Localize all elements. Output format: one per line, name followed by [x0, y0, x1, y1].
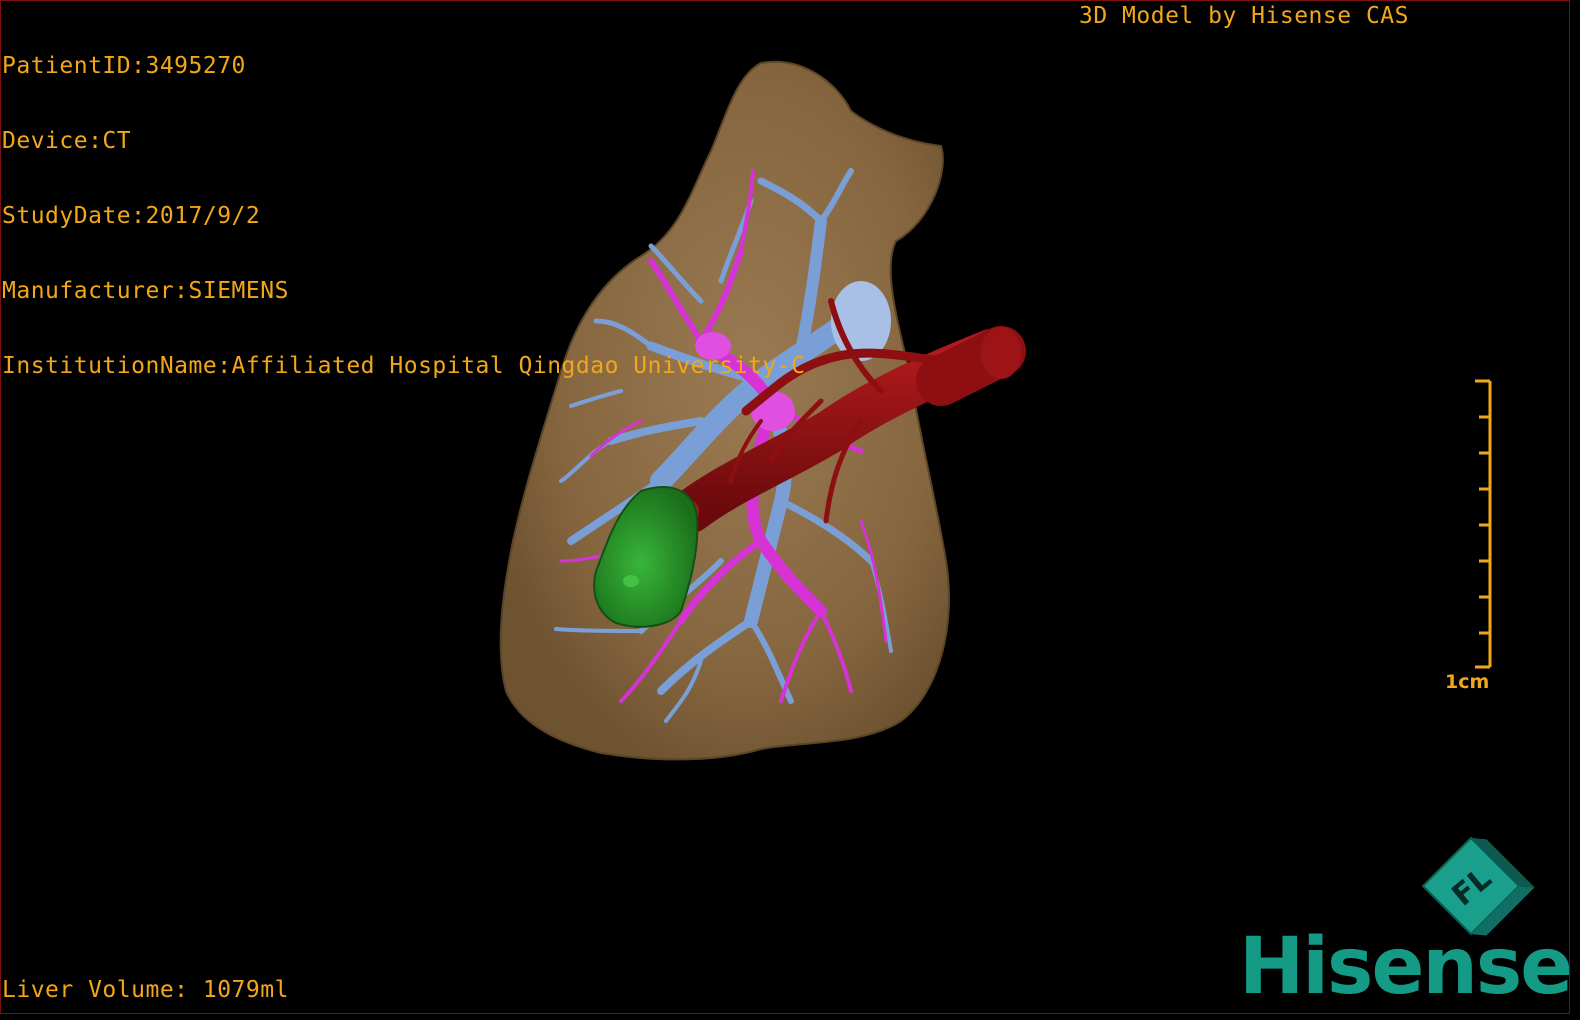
- scale-label: 1cm: [1445, 671, 1490, 693]
- model-credit: 3D Model by Hisense CAS: [1079, 3, 1409, 29]
- study-date: StudyDate:2017/9/2: [2, 203, 261, 229]
- brand-name: Hisense: [1239, 922, 1570, 1012]
- dicom-info-block: PatientID:3495270 Device:CT StudyDate:20…: [2, 4, 805, 429]
- manufacturer: Manufacturer:SIEMENS: [2, 278, 289, 304]
- vena-cava-end: [981, 327, 1021, 379]
- institution-name: InstitutionName:Affiliated Hospital Qing…: [2, 353, 806, 379]
- device: Device:CT: [2, 128, 132, 154]
- 3d-viewport[interactable]: PatientID:3495270 Device:CT StudyDate:20…: [0, 0, 1570, 1014]
- liver-volume: Liver Volume: 1079ml: [2, 977, 289, 1003]
- patient-id: PatientID:3495270: [2, 53, 246, 79]
- scale-ruler-icon: [1475, 379, 1492, 669]
